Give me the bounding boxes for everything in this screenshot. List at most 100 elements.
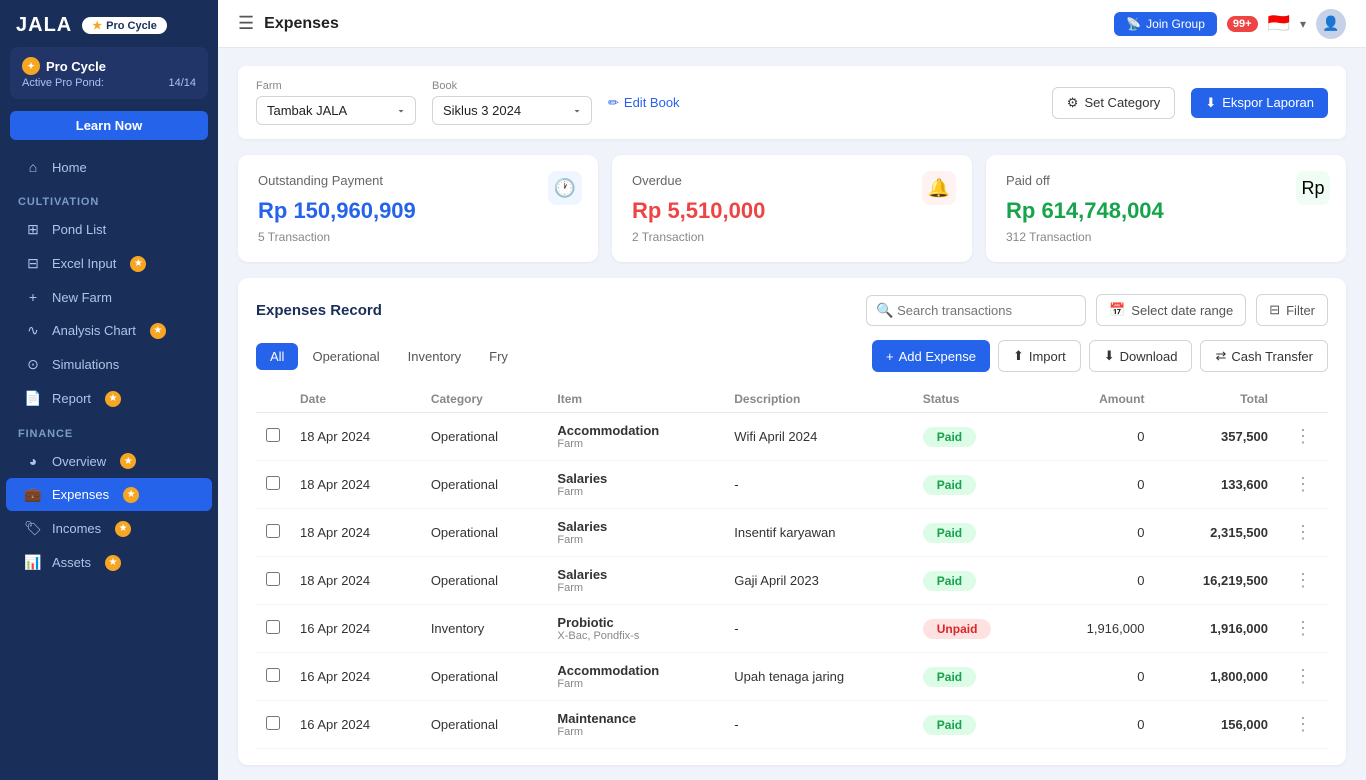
notification-badge[interactable]: 99+ <box>1227 16 1258 32</box>
summary-card-amount-2: Rp 614,748,004 <box>1006 198 1326 224</box>
row-menu-button-1[interactable]: ⋮ <box>1288 472 1318 497</box>
new-farm-icon: + <box>24 289 42 305</box>
sidebar-item-report[interactable]: 📄Report★ <box>6 382 212 415</box>
row-menu-button-6[interactable]: ⋮ <box>1288 712 1318 737</box>
sidebar-item-label-report: Report <box>52 391 91 406</box>
summary-card-sub-0: 5 Transaction <box>258 230 578 244</box>
farm-select[interactable]: Tambak JALA <box>256 96 416 125</box>
row-menu-button-2[interactable]: ⋮ <box>1288 520 1318 545</box>
tab-all[interactable]: All <box>256 343 298 370</box>
expenses-record: Expenses Record 🔍 📅 Select date range ⊟ … <box>238 278 1346 765</box>
summary-card-0: 🕐 Outstanding Payment Rp 150,960,909 5 T… <box>238 155 598 262</box>
tab-operational[interactable]: Operational <box>298 343 393 370</box>
learn-now-button[interactable]: Learn Now <box>10 111 208 140</box>
cell-total-6: 156,000 <box>1154 701 1278 749</box>
search-input[interactable] <box>866 295 1086 326</box>
farm-filter-group: Farm Tambak JALA <box>256 80 416 125</box>
sidebar-item-excel-input[interactable]: ⊟Excel Input★ <box>6 247 212 280</box>
topbar-right: 📡 Join Group 99+ 🇮🇩 ▾ 👤 <box>1114 9 1346 39</box>
table-row: 16 Apr 2024 Operational AccommodationFar… <box>256 653 1328 701</box>
add-expense-button[interactable]: + Add Expense <box>872 340 990 372</box>
cell-item-3: SalariesFarm <box>547 557 724 605</box>
cell-amount-2: 0 <box>1041 509 1154 557</box>
table-row: 18 Apr 2024 Operational AccommodationFar… <box>256 413 1328 461</box>
cell-category-4: Inventory <box>421 605 548 653</box>
cell-total-3: 16,219,500 <box>1154 557 1278 605</box>
cell-category-2: Operational <box>421 509 548 557</box>
simulations-icon: ⊙ <box>24 356 42 373</box>
analysis-chart-icon: ∿ <box>24 322 42 339</box>
sidebar-item-pond-list[interactable]: ⊞Pond List <box>6 213 212 246</box>
summary-card-icon-1: 🔔 <box>922 171 956 205</box>
sidebar-navigation: ⌂HomeCULTIVATION⊞Pond List⊟Excel Input★+… <box>0 150 218 580</box>
menu-icon[interactable]: ☰ <box>238 13 254 34</box>
join-group-icon: 📡 <box>1126 17 1141 31</box>
user-avatar[interactable]: 👤 <box>1316 9 1346 39</box>
cell-status-1: Paid <box>913 461 1042 509</box>
row-checkbox-6[interactable] <box>266 716 280 730</box>
sidebar-item-new-farm[interactable]: +New Farm <box>6 281 212 313</box>
record-header: Expenses Record 🔍 📅 Select date range ⊟ … <box>256 294 1328 326</box>
record-title: Expenses Record <box>256 302 856 319</box>
cell-item-1: SalariesFarm <box>547 461 724 509</box>
cell-category-1: Operational <box>421 461 548 509</box>
plus-icon: + <box>886 349 894 364</box>
join-group-button[interactable]: 📡 Join Group <box>1114 12 1217 36</box>
row-checkbox-4[interactable] <box>266 620 280 634</box>
summary-card-2: Rp Paid off Rp 614,748,004 312 Transacti… <box>986 155 1346 262</box>
summary-card-title-2: Paid off <box>1006 173 1326 188</box>
expenses-icon: 💼 <box>24 486 42 503</box>
sidebar: JALA ★ Pro Cycle ✦ Pro Cycle Active Pro … <box>0 0 218 780</box>
sidebar-item-expenses[interactable]: 💼 Expenses ★ <box>6 478 212 511</box>
incomes-icon: 🏷 <box>24 520 42 537</box>
cell-item-0: AccommodationFarm <box>547 413 724 461</box>
cell-status-4: Unpaid <box>913 605 1042 653</box>
row-menu-button-5[interactable]: ⋮ <box>1288 664 1318 689</box>
row-menu-button-3[interactable]: ⋮ <box>1288 568 1318 593</box>
badge-icon: ★ <box>130 256 146 272</box>
sidebar-item-analysis-chart[interactable]: ∿Analysis Chart★ <box>6 314 212 347</box>
badge-icon: ★ <box>115 521 131 537</box>
sidebar-item-incomes[interactable]: 🏷Incomes★ <box>6 512 212 545</box>
import-button[interactable]: ⬆ Import <box>998 340 1081 372</box>
book-select[interactable]: Siklus 3 2024 <box>432 96 592 125</box>
cell-total-0: 357,500 <box>1154 413 1278 461</box>
sidebar-item-simulations[interactable]: ⊙Simulations <box>6 348 212 381</box>
overview-icon: ◕ <box>24 453 42 469</box>
sidebar-item-assets[interactable]: 📊Assets★ <box>6 546 212 579</box>
tab-inventory[interactable]: Inventory <box>394 343 475 370</box>
tab-fry[interactable]: Fry <box>475 343 522 370</box>
cash-transfer-button[interactable]: ⇄ Cash Transfer <box>1200 340 1328 372</box>
sidebar-item-home[interactable]: ⌂Home <box>6 151 212 183</box>
date-range-button[interactable]: 📅 Select date range <box>1096 294 1246 326</box>
cell-status-5: Paid <box>913 653 1042 701</box>
row-menu-button-4[interactable]: ⋮ <box>1288 616 1318 641</box>
ekspor-laporan-button[interactable]: ⬇ Ekspor Laporan <box>1191 88 1328 118</box>
sidebar-item-label-expenses: Expenses <box>52 487 109 502</box>
export-icon: ⬇ <box>1205 95 1216 111</box>
sidebar-item-label-excel-input: Excel Input <box>52 256 116 271</box>
row-checkbox-0[interactable] <box>266 428 280 442</box>
filter-button[interactable]: ⊟ Filter <box>1256 294 1328 326</box>
user-avatar-icon: ✦ <box>22 57 40 75</box>
row-checkbox-1[interactable] <box>266 476 280 490</box>
badge-icon: ★ <box>120 453 136 469</box>
cell-category-5: Operational <box>421 653 548 701</box>
table-row: 16 Apr 2024 Inventory ProbioticX-Bac, Po… <box>256 605 1328 653</box>
search-wrap: 🔍 <box>866 295 1086 326</box>
table-row: 18 Apr 2024 Operational SalariesFarm Ins… <box>256 509 1328 557</box>
edit-book-button[interactable]: ✏ Edit Book <box>608 95 680 111</box>
row-checkbox-3[interactable] <box>266 572 280 586</box>
badge-icon: ★ <box>123 487 139 503</box>
chevron-down-icon[interactable]: ▾ <box>1300 17 1306 31</box>
download-button[interactable]: ⬇ Download <box>1089 340 1193 372</box>
set-category-button[interactable]: ⚙ Set Category <box>1052 87 1176 119</box>
row-checkbox-5[interactable] <box>266 668 280 682</box>
cell-date-2: 18 Apr 2024 <box>290 509 421 557</box>
cell-amount-0: 0 <box>1041 413 1154 461</box>
row-menu-button-0[interactable]: ⋮ <box>1288 424 1318 449</box>
row-checkbox-2[interactable] <box>266 524 280 538</box>
sidebar-item-overview[interactable]: ◕Overview★ <box>6 445 212 477</box>
sidebar-item-label-assets: Assets <box>52 555 91 570</box>
search-icon: 🔍 <box>876 302 893 319</box>
